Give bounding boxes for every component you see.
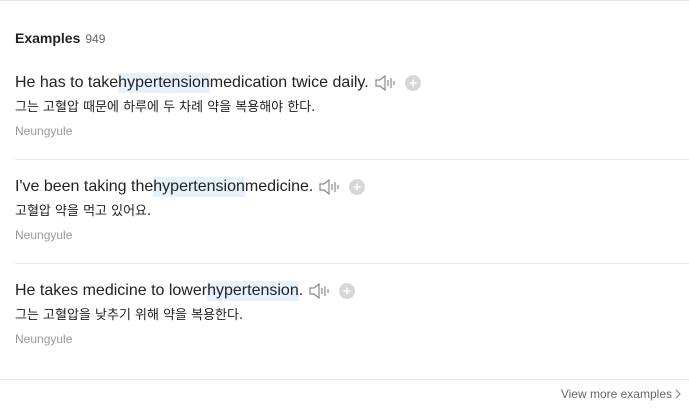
plus-icon[interactable]	[349, 179, 366, 195]
examples-title: Examples	[15, 30, 81, 46]
example-item: He takes medicine to lower hypertension …	[15, 281, 689, 346]
sentence-text-before: I've been taking the	[15, 178, 154, 195]
sentence-text-before: He takes medicine to lower	[15, 282, 208, 299]
sentence-text-after: medicine.	[244, 178, 314, 195]
example-source: Neungyule	[15, 124, 73, 138]
bottom-divider	[0, 379, 689, 380]
plus-icon[interactable]	[404, 75, 421, 91]
top-divider	[0, 0, 689, 1]
examples-panel: Examples 949 He has to take hypertension…	[0, 0, 689, 409]
speaker-icon[interactable]	[309, 281, 331, 301]
example-translation: 그는 고혈압 때문에 하루에 두 차례 약을 복용해야 한다.	[15, 100, 316, 115]
examples-header: Examples 949	[15, 30, 105, 46]
sentence-text-before: He has to take	[15, 74, 119, 91]
example-sentence: I've been taking the hypertension medici…	[15, 177, 689, 197]
example-divider	[15, 159, 689, 160]
example-divider	[15, 263, 689, 264]
example-source: Neungyule	[15, 228, 73, 242]
example-translation: 그는 고혈압을 낮추기 위해 약을 복용한다.	[15, 308, 244, 323]
sentence-text-after: .	[298, 282, 304, 299]
view-more-label: View more examples	[560, 387, 672, 401]
example-item: I've been taking the hypertension medici…	[15, 177, 689, 242]
example-source: Neungyule	[15, 332, 73, 346]
view-more-link[interactable]: View more examples	[561, 387, 681, 401]
examples-count: 949	[85, 32, 106, 46]
highlighted-term[interactable]: hypertension	[207, 281, 299, 301]
highlighted-term[interactable]: hypertension	[153, 177, 245, 197]
chevron-right-icon	[675, 389, 681, 399]
example-item: He has to take hypertension medication t…	[15, 73, 689, 138]
example-translation: 고혈압 약을 먹고 있어요.	[15, 204, 152, 219]
plus-icon[interactable]	[339, 283, 356, 299]
example-sentence: He has to take hypertension medication t…	[15, 73, 689, 93]
highlighted-term[interactable]: hypertension	[118, 73, 210, 93]
sentence-text-after: medication twice daily.	[209, 74, 369, 91]
speaker-icon[interactable]	[319, 177, 341, 197]
speaker-icon[interactable]	[375, 73, 397, 93]
example-sentence: He takes medicine to lower hypertension …	[15, 281, 689, 301]
